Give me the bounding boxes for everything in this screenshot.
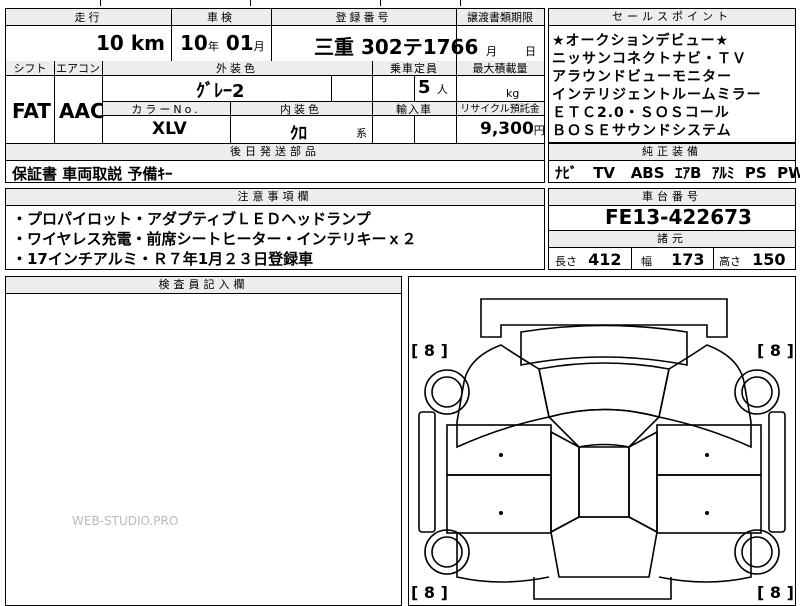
shift-value: FAT xyxy=(12,99,51,123)
interior-color-suffix: 系 xyxy=(356,127,367,140)
specs-block: 諸元 長さ 412 幅 173 高さ 150 xyxy=(548,230,796,270)
capacity-header: 乗車定員 xyxy=(390,62,438,75)
sales-point-line: ★オークションデビュー★ xyxy=(552,33,730,49)
spec-length: 長さ 412 xyxy=(555,250,622,269)
chassis-value: FE13-422673 xyxy=(605,205,752,229)
aircon-value: AAC xyxy=(59,99,105,123)
interior-color-header: 内装色 xyxy=(280,103,322,116)
notes-header: 注意事項欄 xyxy=(6,189,544,206)
inspector-block: 検査員記入欄 xyxy=(5,276,402,606)
top-cut-strip xyxy=(0,0,800,6)
note-line: ・ワイヤレス充電・前席シートヒーター・インテリキーｘ２ xyxy=(12,230,417,248)
later-parts-value: 保証書 車両取説 予備ｷｰ xyxy=(12,165,173,183)
note-line: ・17インチアルミ・Ｒ７年1月２３日登録車 xyxy=(12,250,314,268)
capacity-value: 5 人 xyxy=(418,77,448,98)
color-no-value: XLV xyxy=(152,119,187,139)
spec-width: 幅 173 xyxy=(641,250,705,269)
equipment-item: ｱﾙﾐ xyxy=(711,164,735,182)
car-diagram xyxy=(418,298,786,600)
tire-marker-rear-left: [ 8 ] xyxy=(411,583,448,602)
max-load-unit: kg xyxy=(506,87,520,100)
sales-points-header: セールスポイント xyxy=(549,9,795,26)
car-diagram-block: [ 8 ] [ 8 ] [ 8 ] [ 8 ] xyxy=(408,276,796,606)
equipment-item: ｴｱB xyxy=(675,164,702,182)
tire-marker-rear-right: [ 8 ] xyxy=(757,583,794,602)
transfer-deadline-header: 譲渡書類期限 xyxy=(467,11,533,24)
transfer-deadline-value: 月日 xyxy=(486,45,536,58)
sales-point-line: ニッサンコネクトナビ・ＴＶ xyxy=(552,51,747,67)
shift-header: シフト xyxy=(13,62,47,75)
later-parts-block: 後日発送部品 保証書 車両取説 予備ｷｰ xyxy=(5,143,545,183)
registration-header: 登録番号 xyxy=(335,11,392,24)
equipment-header: 純正装備 xyxy=(549,144,795,161)
equipment-item: TV xyxy=(593,164,616,182)
interior-color-value: ｸﾛ xyxy=(290,124,307,144)
note-line: ・プロパイロット・アダプティブＬＥＤヘッドランプ xyxy=(12,210,371,228)
aircon-header: エアコン xyxy=(56,62,100,75)
sales-point-line: ＥＴＣ2.0・ＳＯＳコール xyxy=(552,105,730,121)
tire-marker-front-right: [ 8 ] xyxy=(757,341,794,360)
max-load-header: 最大積載量 xyxy=(472,62,528,75)
exterior-color-value: ｸﾞﾚｰ2 xyxy=(196,81,245,102)
equipment-item: ﾅﾋﾞ xyxy=(555,164,578,182)
color-no-header: カラーNo. xyxy=(131,103,201,116)
recycle-header: リサイクル預託金 xyxy=(460,104,540,115)
exterior-color-header: 外装色 xyxy=(216,62,258,75)
registration-value: 三重 302テ1766 xyxy=(314,35,479,59)
sales-point-line: インテリジェントルームミラー xyxy=(552,87,762,103)
equipment-item: ABS xyxy=(630,164,665,182)
inspection-header: 車検 xyxy=(207,11,235,24)
equipment-item: PS xyxy=(744,164,767,182)
sales-point-line: アラウンドビューモニター xyxy=(552,69,732,85)
vehicle-info-block: 走行 車検 登録番号 譲渡書類期限 10 km 10年 01月 三重 302テ1… xyxy=(5,8,545,144)
inspection-value: 10年 01月 xyxy=(180,31,265,55)
later-parts-header: 後日発送部品 xyxy=(6,144,544,161)
chassis-block: 車台番号 FE13-422673 xyxy=(548,188,796,231)
import-header: 輸入車 xyxy=(396,103,432,116)
tire-marker-front-left: [ 8 ] xyxy=(411,341,448,360)
mileage-value: 10 km xyxy=(96,31,165,55)
sales-point-line: ＢＯＳＥサウンドシステム xyxy=(552,123,732,139)
specs-header: 諸元 xyxy=(549,231,795,248)
equipment-block: 純正装備 ﾅﾋﾞ TV ABS ｴｱB ｱﾙﾐ PS PW xyxy=(548,143,800,183)
spec-height: 高さ 150 xyxy=(719,250,786,269)
chassis-header: 車台番号 xyxy=(549,189,795,206)
equipment-item: PW xyxy=(777,164,800,182)
mileage-header: 走行 xyxy=(74,11,103,24)
watermark: WEB-STUDIO.PRO xyxy=(72,514,179,528)
recycle-value: 9,300円 xyxy=(480,119,545,139)
equipment-items: ﾅﾋﾞ TV ABS ｴｱB ｱﾙﾐ PS PW xyxy=(555,162,800,183)
inspector-header: 検査員記入欄 xyxy=(6,277,401,294)
